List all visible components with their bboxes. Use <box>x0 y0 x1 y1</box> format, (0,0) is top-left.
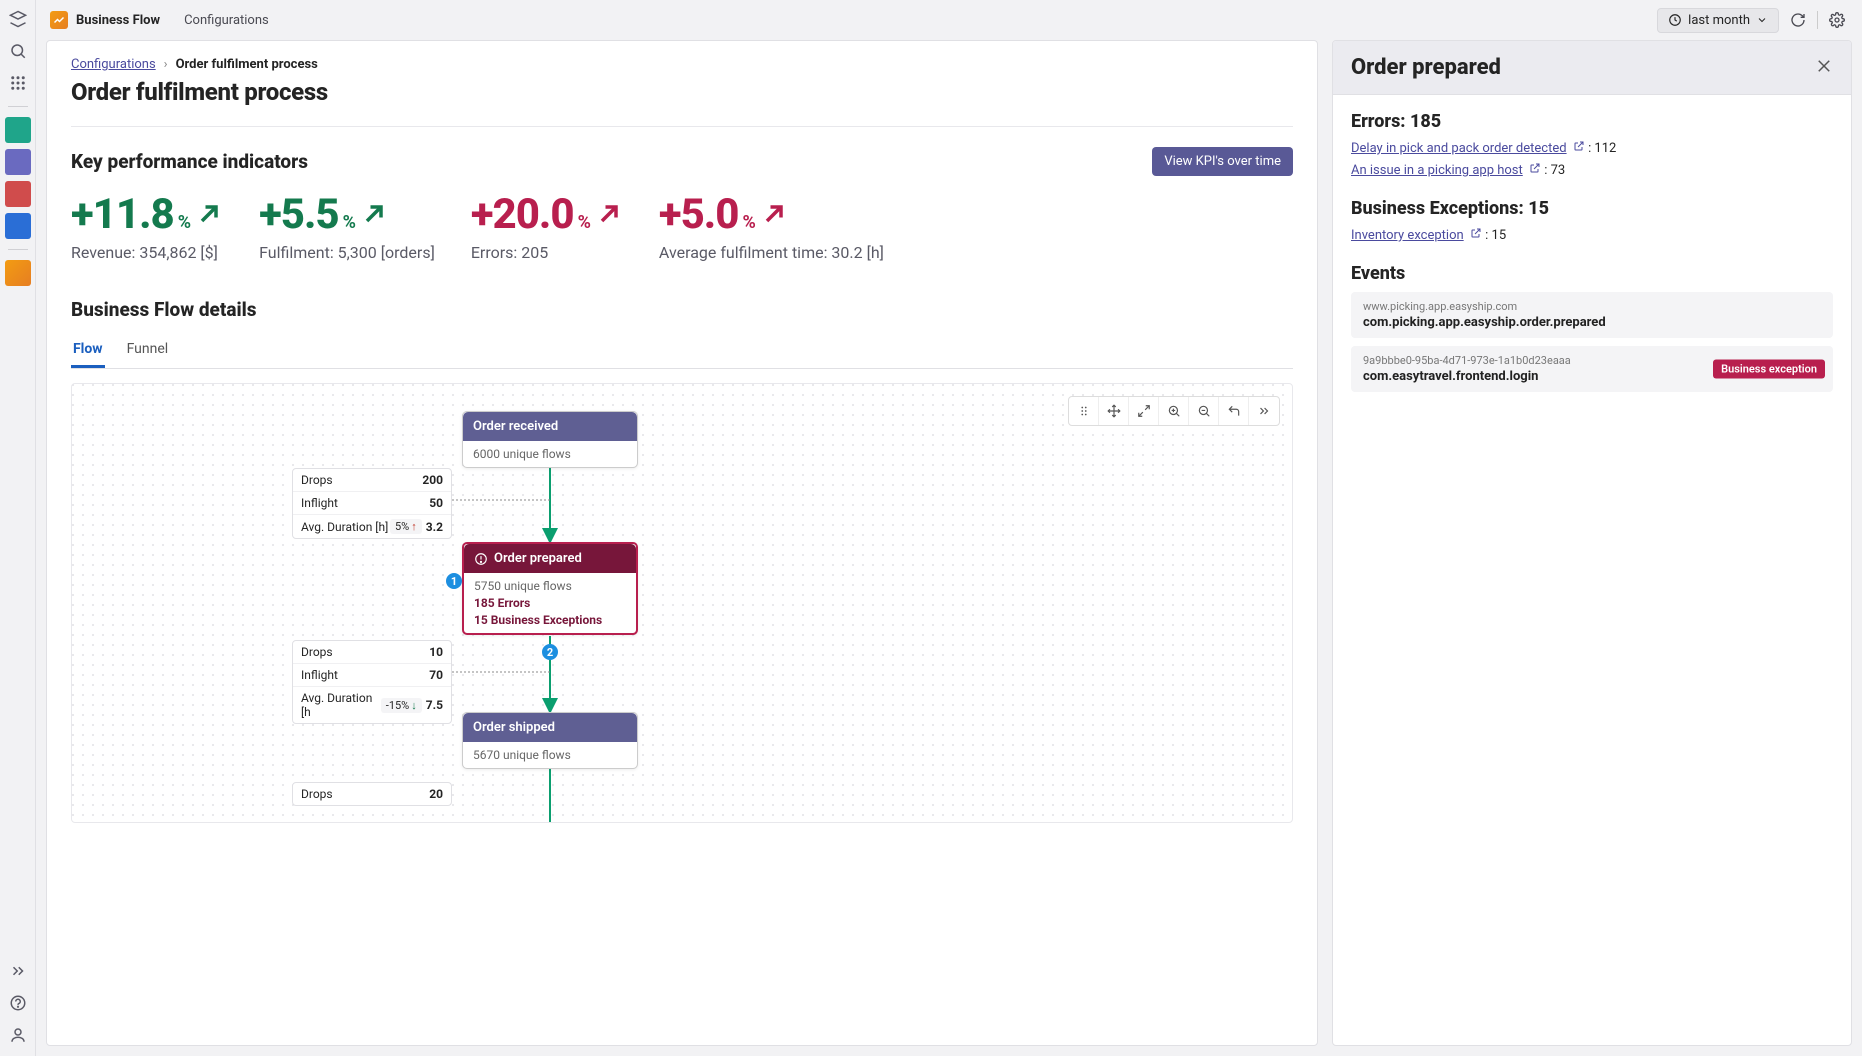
kpi-card: +20.0 % Errors: 205 <box>471 190 623 262</box>
kpi-unit: % <box>178 212 191 233</box>
exceptions-heading: Business Exceptions: 15 <box>1351 198 1833 219</box>
flow-node-order-shipped[interactable]: Order shipped 5670 unique flows <box>462 712 638 769</box>
rail-app4-icon[interactable] <box>5 213 31 239</box>
errors-heading: Errors: 185 <box>1351 111 1833 132</box>
kpi-label: Fulfilment: 5,300 [orders] <box>259 243 435 262</box>
breadcrumb-current: Order fulfilment process <box>176 57 318 72</box>
divider <box>71 126 1293 127</box>
trend-up-icon <box>360 200 388 228</box>
kpi-card: +5.0 % Average fulfilment time: 30.2 [h] <box>659 190 884 262</box>
rail-nav-icon[interactable] <box>5 6 31 32</box>
flow-details-heading: Business Flow details <box>71 298 1293 321</box>
metrics-card-3: Drops20 <box>292 782 452 806</box>
app-title: Business Flow <box>76 13 160 28</box>
business-exception-badge: Business exception <box>1713 360 1825 379</box>
kpi-unit: % <box>343 212 356 233</box>
edge-badge-2: 2 <box>542 644 558 660</box>
kpi-value: +11.8 <box>71 190 174 239</box>
rail-apps-icon[interactable] <box>5 70 31 96</box>
clock-icon <box>1668 13 1682 27</box>
kpi-value: +20.0 <box>471 190 574 239</box>
rail-help-icon[interactable] <box>5 990 31 1016</box>
flow-node-order-prepared[interactable]: Order prepared 5750 unique flows 185 Err… <box>462 542 638 635</box>
kpi-label: Revenue: 354,862 [$] <box>71 243 223 262</box>
rail-search-icon[interactable] <box>5 38 31 64</box>
page-title: Order fulfilment process <box>71 78 1293 106</box>
link-count: : 15 <box>1485 228 1506 243</box>
error-link-row: An issue in a picking app host : 73 <box>1351 162 1833 178</box>
kpi-label: Average fulfilment time: 30.2 [h] <box>659 243 884 262</box>
node-exceptions: 15 Business Exceptions <box>474 613 626 627</box>
events-heading: Events <box>1351 263 1833 284</box>
tab-flow[interactable]: Flow <box>71 333 105 368</box>
refresh-icon[interactable] <box>1787 9 1809 31</box>
node-sub: 6000 unique flows <box>463 441 637 467</box>
metrics-card-1: Drops200 Inflight50 Avg. Duration [h]5%↑… <box>292 468 452 539</box>
alert-icon <box>474 552 488 566</box>
tab-funnel[interactable]: Funnel <box>125 333 171 368</box>
external-link-icon <box>1470 227 1482 239</box>
rail-user-icon[interactable] <box>5 1022 31 1048</box>
close-icon[interactable] <box>1815 57 1833 79</box>
breadcrumb: Configurations › Order fulfilment proces… <box>71 57 1293 72</box>
kpi-value: +5.5 <box>259 190 339 239</box>
error-link[interactable]: Inventory exception <box>1351 228 1464 243</box>
chevron-down-icon <box>1756 14 1768 26</box>
trend-up-icon <box>195 200 223 228</box>
side-panel-title: Order prepared <box>1351 55 1501 80</box>
node-sub: 5670 unique flows <box>463 742 637 768</box>
node-header: Order shipped <box>463 713 637 742</box>
trend-up-icon <box>595 200 623 228</box>
rail-app3-icon[interactable] <box>5 181 31 207</box>
settings-icon[interactable] <box>1826 9 1848 31</box>
kpi-label: Errors: 205 <box>471 243 623 262</box>
view-kpis-button[interactable]: View KPI's over time <box>1152 147 1293 176</box>
trend-up-icon <box>760 200 788 228</box>
kpi-card: +11.8 % Revenue: 354,862 [$] <box>71 190 223 262</box>
event-card[interactable]: 9a9bbbe0-95ba-4d71-973e-1a1b0d23eaaa com… <box>1351 346 1833 392</box>
link-count: : 73 <box>1544 163 1565 178</box>
app-logo-icon <box>50 11 68 29</box>
error-link[interactable]: An issue in a picking app host <box>1351 163 1523 178</box>
node-header: Order prepared <box>464 544 636 573</box>
flow-node-order-received[interactable]: Order received 6000 unique flows <box>462 411 638 468</box>
kpi-value: +5.0 <box>659 190 739 239</box>
breadcrumb-root[interactable]: Configurations <box>71 57 156 72</box>
error-link[interactable]: Delay in pick and pack order detected <box>1351 141 1567 156</box>
error-link-row: Delay in pick and pack order detected : … <box>1351 140 1833 156</box>
kpi-unit: % <box>742 212 755 233</box>
exception-link-row: Inventory exception : 15 <box>1351 227 1833 243</box>
node-header: Order received <box>463 412 637 441</box>
event-card[interactable]: www.picking.app.easyship.com com.picking… <box>1351 292 1833 338</box>
topnav-configurations[interactable]: Configurations <box>184 13 269 28</box>
metrics-card-2: Drops10 Inflight70 Avg. Duration [h-15%↓… <box>292 640 452 724</box>
rail-app1-icon[interactable] <box>5 117 31 143</box>
rail-app2-icon[interactable] <box>5 149 31 175</box>
external-link-icon <box>1529 162 1541 174</box>
node-errors: 185 Errors <box>474 596 626 610</box>
rail-app5-icon[interactable] <box>5 260 31 286</box>
kpi-card: +5.5 % Fulfilment: 5,300 [orders] <box>259 190 435 262</box>
chevron-right-icon: › <box>164 57 168 72</box>
link-count: : 112 <box>1588 141 1616 156</box>
rail-expand-icon[interactable] <box>5 958 31 984</box>
node-sub: 5750 unique flows <box>474 579 626 593</box>
event-name: com.picking.app.easyship.order.prepared <box>1363 315 1821 330</box>
edge-badge-1: 1 <box>446 573 462 589</box>
kpi-heading: Key performance indicators <box>71 150 308 173</box>
time-range-picker[interactable]: last month <box>1657 8 1779 33</box>
event-source: www.picking.app.easyship.com <box>1363 300 1821 313</box>
time-range-label: last month <box>1688 13 1750 28</box>
kpi-unit: % <box>578 212 591 233</box>
external-link-icon <box>1573 140 1585 152</box>
